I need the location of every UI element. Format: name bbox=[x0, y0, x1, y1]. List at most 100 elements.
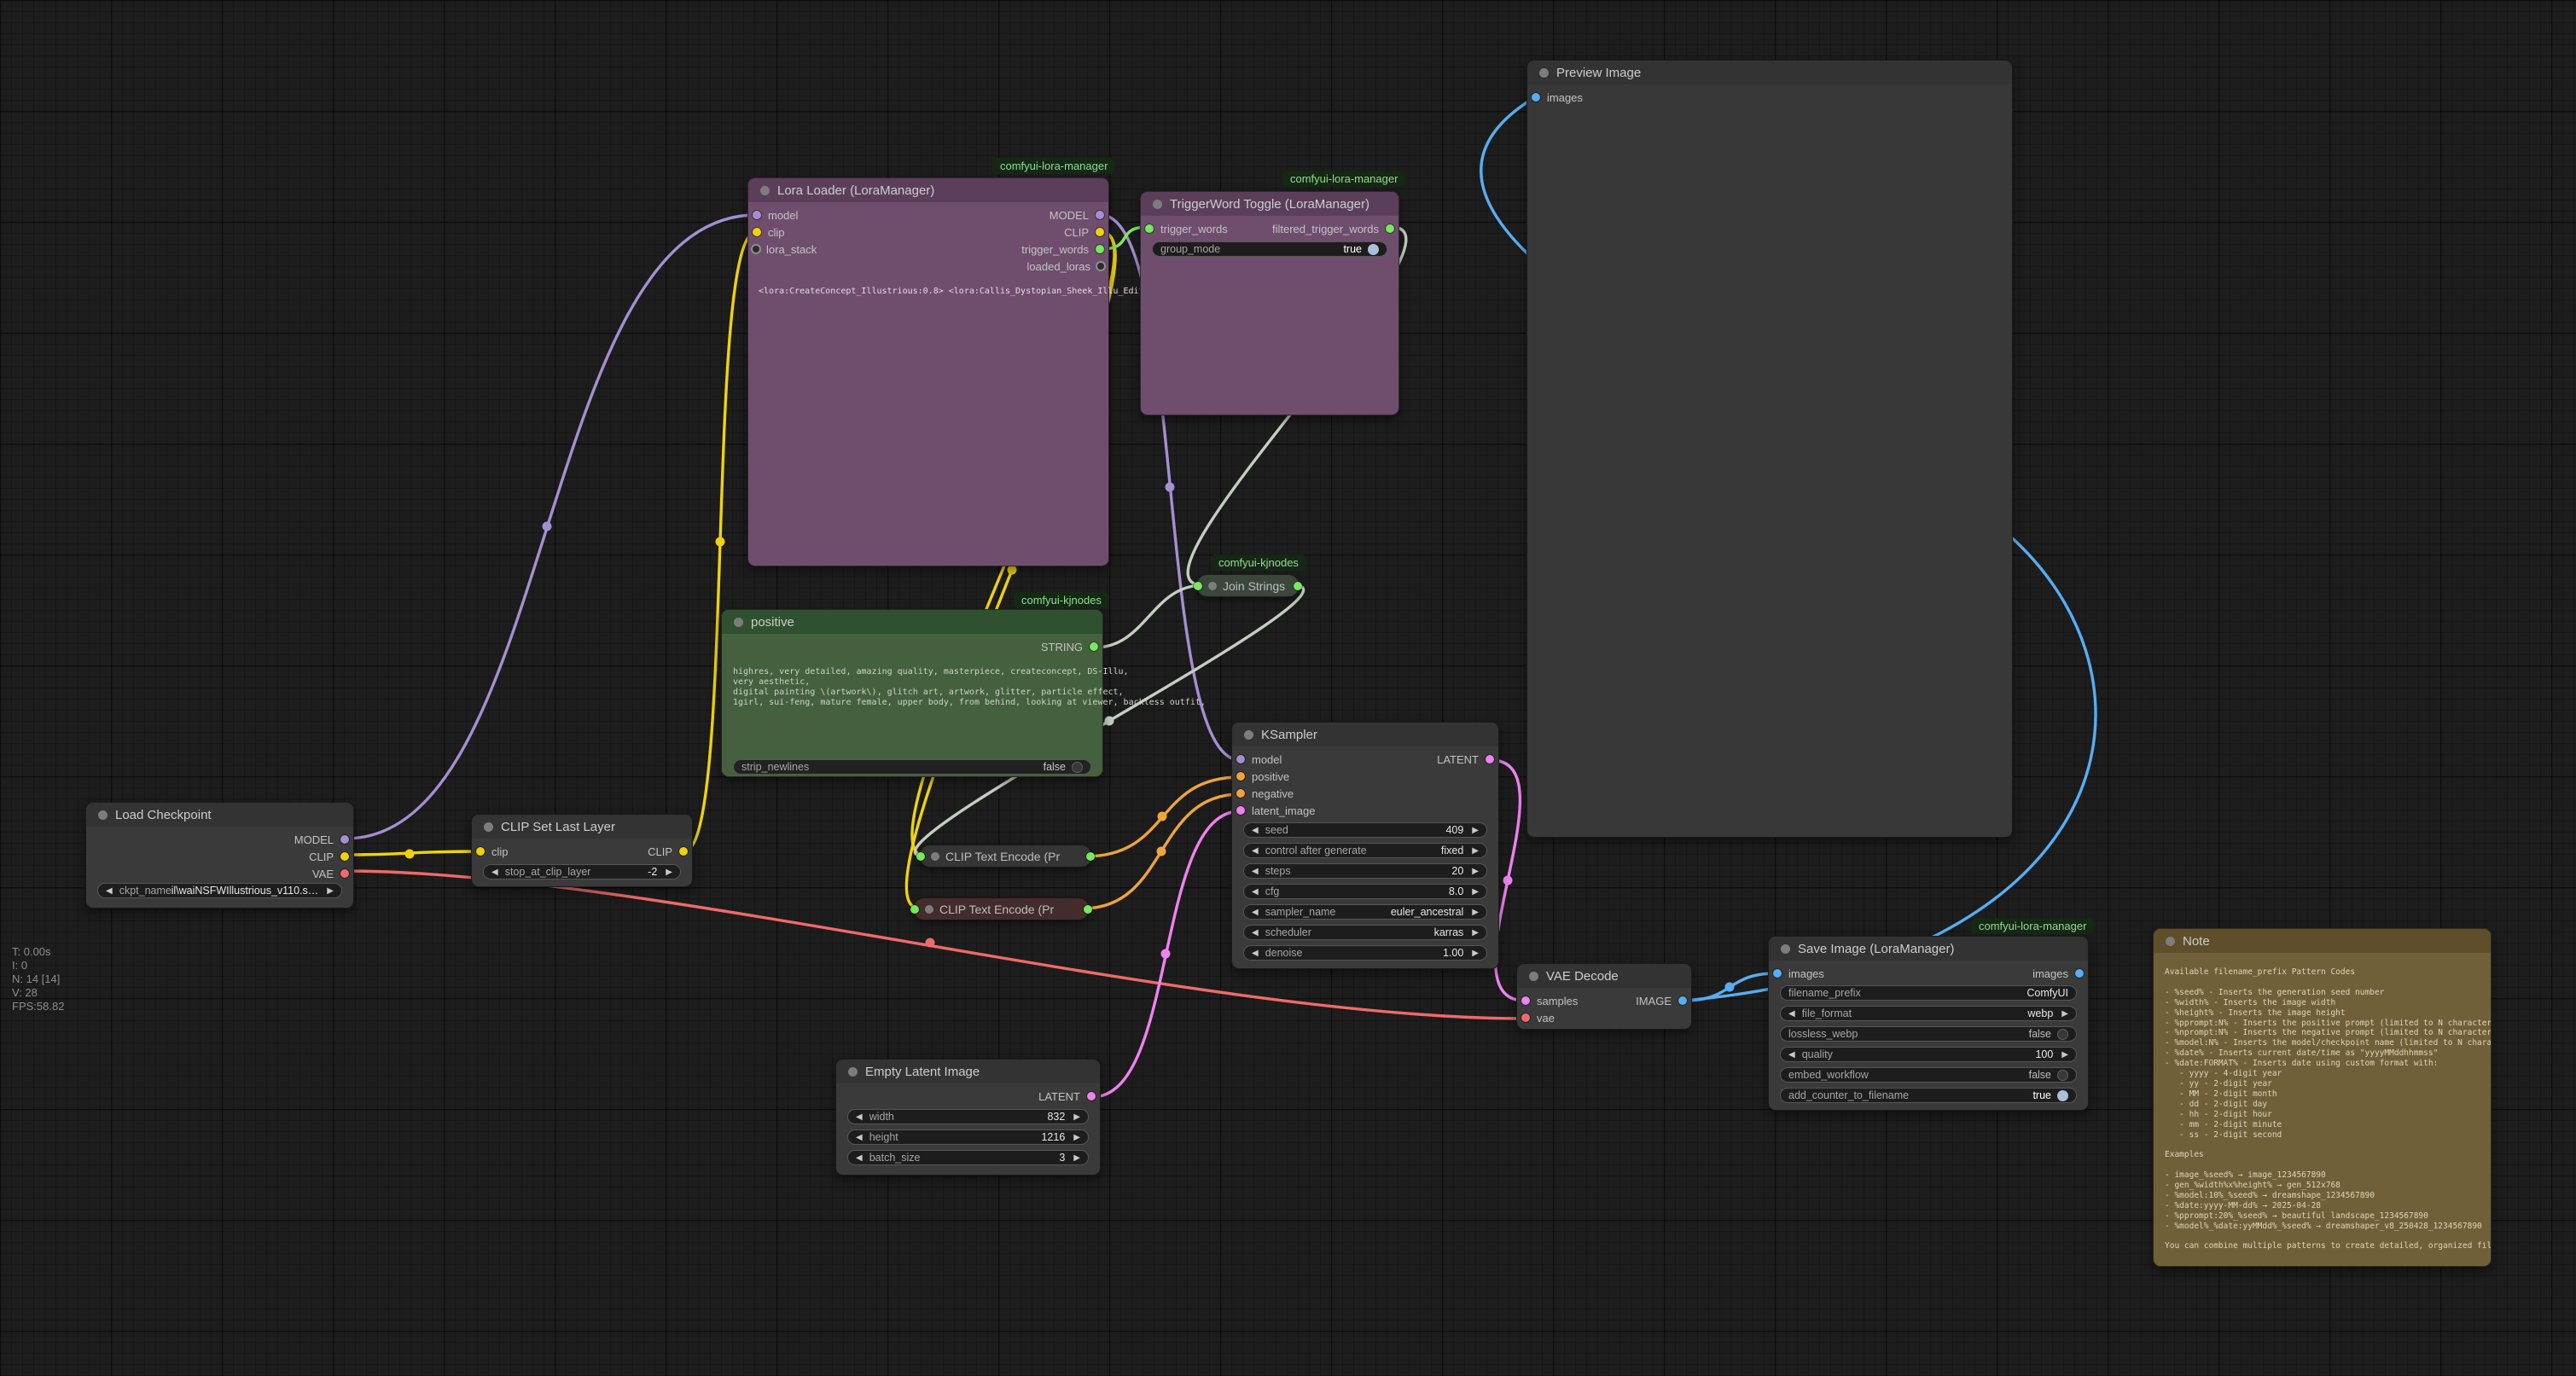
port-filtered-trigger-words-output[interactable] bbox=[1386, 224, 1394, 233]
port-trigger-words-input[interactable] bbox=[1145, 224, 1154, 233]
number-right-arrow[interactable]: ▶ bbox=[1472, 826, 1479, 835]
node-ksampler[interactable]: KSampler model LATENT positive negative … bbox=[1231, 722, 1499, 969]
link-dot[interactable] bbox=[543, 522, 552, 531]
collapse-dot-icon[interactable] bbox=[760, 186, 770, 195]
port-string-output[interactable] bbox=[1090, 642, 1098, 651]
sampler-name-widget[interactable]: ◀sampler_nameeuler_ancestral▶ bbox=[1243, 904, 1487, 920]
node-header[interactable]: VAE Decode bbox=[1517, 964, 1691, 988]
node-clip-text-encode-positive[interactable]: CLIP Text Encode (Pr bbox=[919, 845, 1092, 868]
port-model-input[interactable] bbox=[753, 211, 761, 219]
number-left-arrow[interactable]: ◀ bbox=[491, 868, 498, 877]
port-clip-output[interactable] bbox=[1096, 228, 1104, 236]
collapse-dot-icon[interactable] bbox=[1153, 200, 1162, 209]
combo-right-arrow[interactable]: ▶ bbox=[2061, 1009, 2068, 1019]
port-image-output[interactable] bbox=[1678, 996, 1687, 1005]
width-widget[interactable]: ◀width832▶ bbox=[847, 1109, 1089, 1124]
lora-syntax-text[interactable]: <lora:CreateConcept_Illustrious:0.8> <lo… bbox=[759, 286, 1185, 297]
link-dot[interactable] bbox=[716, 537, 725, 547]
combo-left-arrow[interactable]: ◀ bbox=[1788, 1009, 1795, 1019]
number-left-arrow[interactable]: ◀ bbox=[856, 1153, 863, 1163]
node-lora-loader[interactable]: Lora Loader (LoraManager) model MODEL cl… bbox=[747, 177, 1109, 566]
combo-left-arrow[interactable]: ◀ bbox=[1252, 846, 1259, 856]
port-clip-input[interactable] bbox=[476, 847, 485, 856]
collapsed-input-dot[interactable] bbox=[1194, 582, 1202, 590]
port-loaded-loras-output[interactable] bbox=[1097, 263, 1104, 270]
scheduler-widget[interactable]: ◀schedulerkarras▶ bbox=[1243, 925, 1487, 940]
link-dot[interactable] bbox=[1161, 949, 1171, 959]
node-header[interactable]: Load Checkpoint bbox=[86, 803, 353, 827]
node-header[interactable]: Note bbox=[2154, 929, 2491, 953]
collapse-dot-icon[interactable] bbox=[848, 1067, 858, 1077]
note-text[interactable]: Available filename_prefix Pattern Codes … bbox=[2165, 967, 2491, 1261]
lossless-webp-toggle[interactable]: lossless_webpfalse bbox=[1780, 1026, 2077, 1042]
link-dot[interactable] bbox=[926, 938, 935, 948]
link-dot[interactable] bbox=[1503, 876, 1513, 885]
batch-size-widget[interactable]: ◀batch_size3▶ bbox=[847, 1150, 1089, 1165]
number-right-arrow[interactable]: ▶ bbox=[1472, 887, 1479, 897]
combo-left-arrow[interactable]: ◀ bbox=[1252, 908, 1259, 917]
port-latent-image-input[interactable] bbox=[1236, 806, 1245, 815]
denoise-widget[interactable]: ◀denoise1.00▶ bbox=[1243, 945, 1487, 961]
collapse-dot-icon[interactable] bbox=[1208, 582, 1217, 590]
collapsed-input-dot[interactable] bbox=[916, 852, 925, 861]
port-images-output[interactable] bbox=[2075, 969, 2084, 978]
steps-widget[interactable]: ◀steps20▶ bbox=[1243, 863, 1487, 879]
node-header[interactable]: TriggerWord Toggle (LoraManager) bbox=[1141, 192, 1398, 216]
node-graph-canvas[interactable]: Load Checkpoint MODEL CLIP VAE ◀ ckpt_na… bbox=[0, 0, 2576, 1376]
add-counter-toggle[interactable]: add_counter_to_filenametrue bbox=[1780, 1088, 2077, 1103]
toggle-on-icon[interactable] bbox=[2057, 1090, 2068, 1101]
node-header[interactable]: CLIP Set Last Layer bbox=[472, 815, 692, 839]
collapsed-output-dot[interactable] bbox=[1084, 905, 1092, 914]
port-model-input[interactable] bbox=[1236, 755, 1245, 763]
node-clip-text-encode-negative[interactable]: CLIP Text Encode (Pr bbox=[913, 897, 1090, 920]
port-lora-stack-input[interactable] bbox=[753, 246, 759, 253]
node-preview-image[interactable]: Preview Image images bbox=[1526, 60, 2013, 838]
number-right-arrow[interactable]: ▶ bbox=[1472, 949, 1479, 958]
stop-at-clip-layer-widget[interactable]: ◀ stop_at_clip_layer -2 ▶ bbox=[483, 864, 681, 880]
toggle-on-icon[interactable] bbox=[1368, 244, 1379, 255]
link-dot[interactable] bbox=[1158, 812, 1167, 822]
node-header[interactable]: Save Image (LoraManager) bbox=[1769, 937, 2088, 961]
collapse-dot-icon[interactable] bbox=[2166, 937, 2175, 946]
collapse-dot-icon[interactable] bbox=[98, 810, 108, 820]
collapsed-output-dot[interactable] bbox=[1294, 582, 1302, 590]
control-after-generate-widget[interactable]: ◀control after generatefixed▶ bbox=[1243, 843, 1487, 858]
node-join-strings[interactable]: Join Strings bbox=[1196, 574, 1300, 597]
number-left-arrow[interactable]: ◀ bbox=[856, 1133, 863, 1142]
ckpt-name-widget[interactable]: ◀ ckpt_name il\waiNSFWIllustrious_v110.s… bbox=[97, 883, 342, 898]
link-dot[interactable] bbox=[1105, 717, 1114, 726]
toggle-off-icon[interactable] bbox=[1072, 762, 1083, 773]
cfg-widget[interactable]: ◀cfg8.0▶ bbox=[1243, 884, 1487, 899]
number-right-arrow[interactable]: ▶ bbox=[666, 868, 672, 877]
port-vae-output[interactable] bbox=[340, 869, 349, 878]
port-clip-input[interactable] bbox=[753, 228, 761, 236]
node-save-image[interactable]: Save Image (LoraManager) images images f… bbox=[1768, 936, 2089, 1111]
collapse-dot-icon[interactable] bbox=[1781, 944, 1790, 954]
file-format-widget[interactable]: ◀file_formatwebp▶ bbox=[1780, 1006, 2077, 1021]
collapse-dot-icon[interactable] bbox=[931, 852, 939, 861]
port-clip-output[interactable] bbox=[340, 852, 349, 861]
node-header[interactable]: positive bbox=[722, 610, 1102, 634]
port-positive-input[interactable] bbox=[1236, 772, 1245, 781]
link-dot[interactable] bbox=[1157, 847, 1166, 856]
collapse-dot-icon[interactable] bbox=[484, 822, 493, 832]
number-left-arrow[interactable]: ◀ bbox=[1252, 949, 1259, 958]
combo-right-arrow[interactable]: ▶ bbox=[327, 886, 334, 896]
combo-left-arrow[interactable]: ◀ bbox=[1252, 928, 1259, 938]
collapsed-output-dot[interactable] bbox=[1086, 852, 1095, 861]
port-trigger-words-output[interactable] bbox=[1096, 245, 1104, 253]
link-dot[interactable] bbox=[405, 850, 415, 859]
combo-right-arrow[interactable]: ▶ bbox=[1472, 928, 1479, 938]
number-left-arrow[interactable]: ◀ bbox=[856, 1112, 863, 1122]
node-note[interactable]: Note Available filename_prefix Pattern C… bbox=[2153, 928, 2492, 1267]
combo-right-arrow[interactable]: ▶ bbox=[1472, 908, 1479, 917]
toggle-off-icon[interactable] bbox=[2057, 1029, 2068, 1040]
node-header[interactable]: Preview Image bbox=[1527, 61, 2012, 84]
node-clip-set-last-layer[interactable]: CLIP Set Last Layer clip CLIP ◀ stop_at_… bbox=[471, 814, 693, 887]
port-images-input[interactable] bbox=[1532, 93, 1540, 102]
node-header[interactable]: KSampler bbox=[1232, 723, 1498, 746]
number-right-arrow[interactable]: ▶ bbox=[1073, 1133, 1080, 1142]
number-right-arrow[interactable]: ▶ bbox=[1073, 1153, 1080, 1163]
port-vae-input[interactable] bbox=[1521, 1013, 1530, 1022]
collapse-dot-icon[interactable] bbox=[734, 618, 743, 627]
